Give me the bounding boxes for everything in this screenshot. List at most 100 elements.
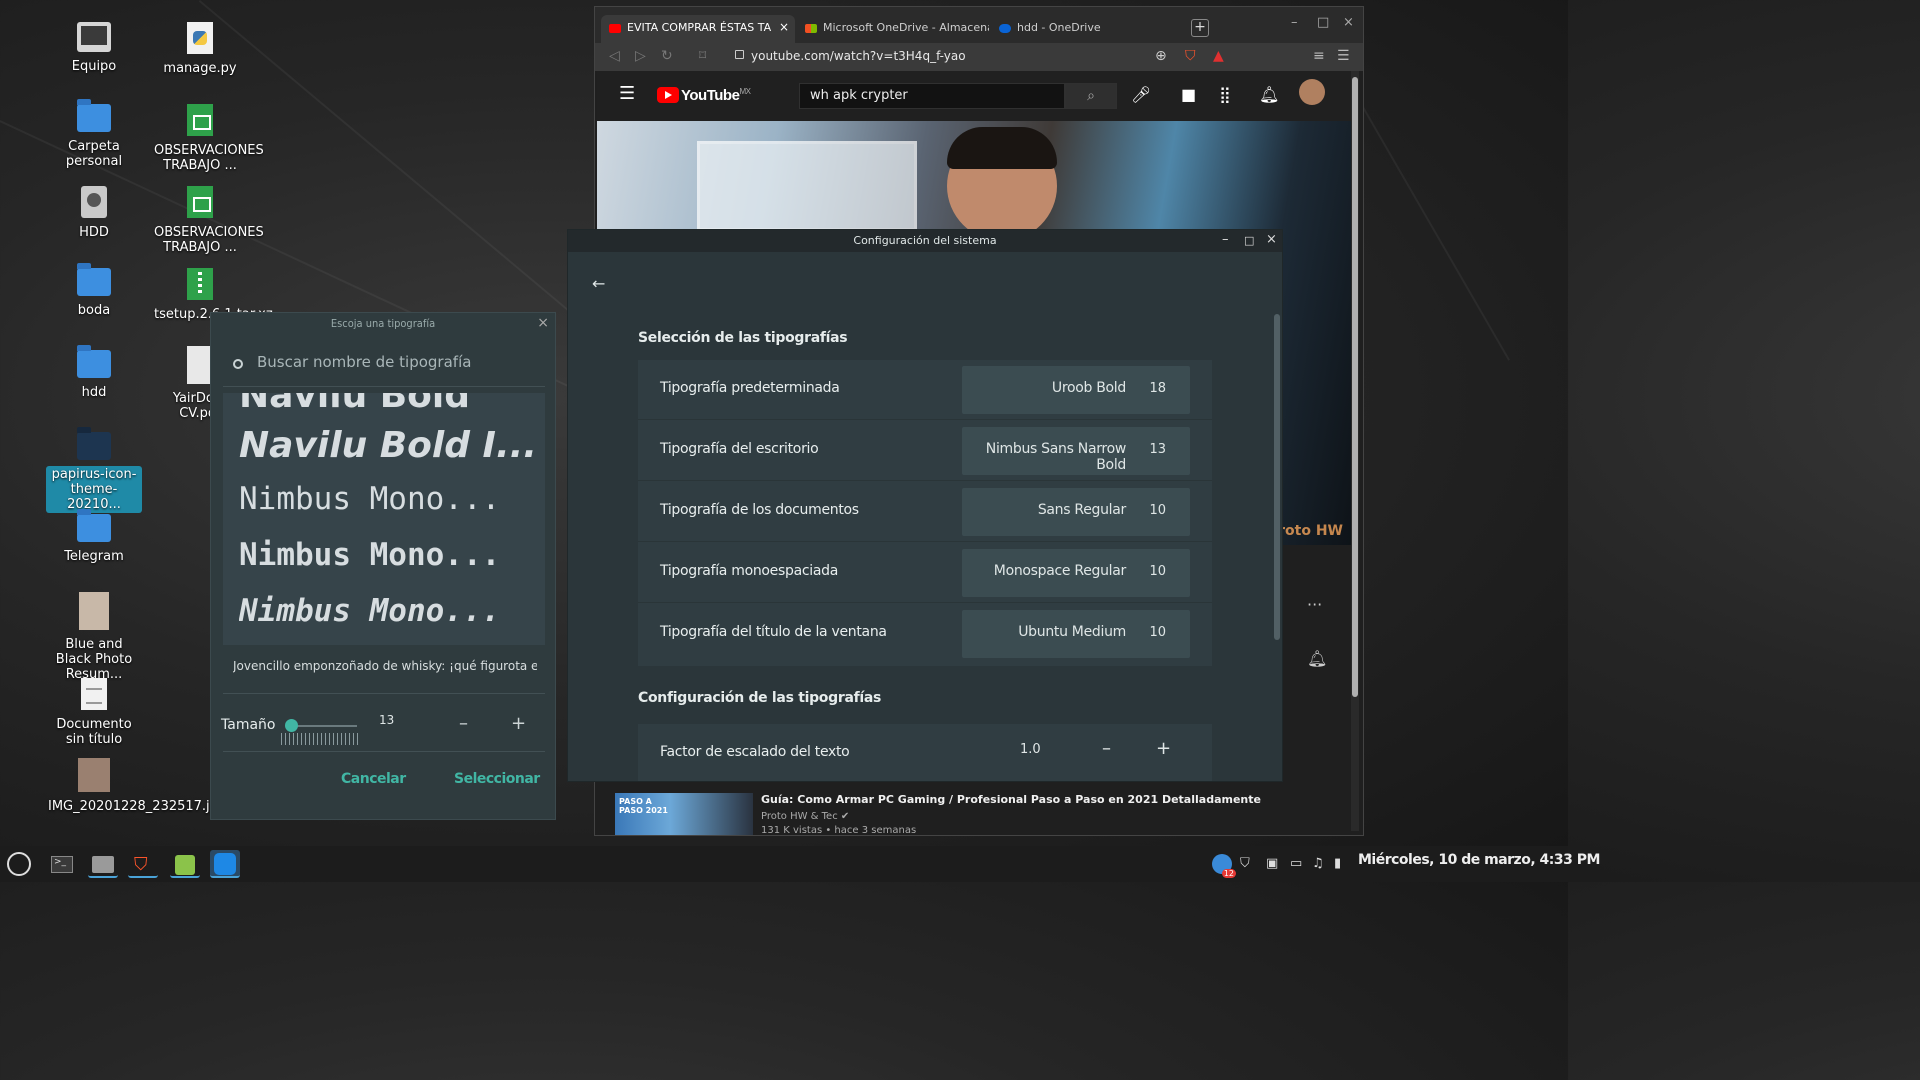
microphone-icon[interactable]: 🎤︎ <box>1131 85 1151 104</box>
tab-label: Microsoft OneDrive - Almacenami <box>823 21 989 34</box>
related-video-title[interactable]: Guía: Como Armar PC Gaming / Profesional… <box>761 793 1261 806</box>
new-tab-button[interactable]: + <box>1191 19 1209 37</box>
close-icon[interactable]: × <box>537 315 549 331</box>
hamburger-menu-icon[interactable]: ☰ <box>619 83 635 104</box>
brave-rewards-icon[interactable]: ▲ <box>1213 48 1224 64</box>
close-tab-icon[interactable]: × <box>779 20 789 34</box>
youtube-search-button[interactable]: ⌕ <box>1065 83 1117 109</box>
size-decrease-button[interactable]: – <box>459 713 468 734</box>
font-chooser-button[interactable]: Uroob Bold 18 <box>962 366 1190 414</box>
home-folder-icon <box>77 99 111 132</box>
youtube-logo-text: YouTube <box>681 87 740 104</box>
font-list-item[interactable]: Navilu Bold <box>239 393 539 416</box>
terminal-launcher[interactable]: >_ <box>46 850 76 878</box>
more-options-icon[interactable]: ··· <box>1307 595 1337 614</box>
related-video-channel[interactable]: Proto HW & Tec ✔ <box>761 811 849 822</box>
reading-list-icon[interactable]: ≡ <box>1313 48 1325 64</box>
forward-icon[interactable]: ▷ <box>635 48 646 64</box>
bookmark-icon[interactable]: ⌑ <box>699 48 706 64</box>
font-list[interactable]: Navilu Bold Navilu Bold I... Nimbus Mono… <box>223 393 545 645</box>
font-list-item[interactable]: Nimbus Mono... <box>239 537 539 573</box>
youtube-logo[interactable]: YouTubeMX <box>657 87 751 104</box>
avatar[interactable] <box>1299 79 1325 105</box>
desktop-icon-boda[interactable]: boda <box>46 263 142 319</box>
clipboard-icon[interactable]: ▣ <box>1266 856 1278 871</box>
cancel-button[interactable]: Cancelar <box>341 771 406 787</box>
archive-icon <box>187 268 213 300</box>
audio-icon[interactable]: ♫ <box>1312 856 1324 871</box>
folder-icon <box>77 345 111 378</box>
display-icon[interactable]: ▭ <box>1290 856 1302 871</box>
scale-increase-button[interactable]: + <box>1156 738 1171 759</box>
font-list-item[interactable]: Nimbus Mono... <box>239 593 539 629</box>
mint-menu-button[interactable] <box>4 850 34 878</box>
desktop-icon-observaciones-1[interactable]: OBSERVACIONES TRABAJO ... <box>152 104 264 174</box>
menu-icon[interactable]: ☰ <box>1337 48 1350 64</box>
folder-icon <box>77 427 111 460</box>
font-preview-text[interactable]: Jovencillo emponzoñado de whisky: ¡qué f… <box>233 659 537 673</box>
update-manager-icon[interactable]: 12 <box>1212 854 1236 878</box>
desktop-icon-telegram[interactable]: Telegram <box>46 509 142 565</box>
desktop-icon-documento[interactable]: Documento sin título <box>46 678 142 748</box>
desktop-icon-label: Equipo <box>71 59 117 74</box>
scrollbar-thumb[interactable] <box>1352 77 1358 697</box>
related-video-meta: 131 K vistas • hace 3 semanas <box>761 825 917 836</box>
related-video-thumbnail: PASO A PASO 2021 <box>615 793 753 835</box>
desktop-icon-papirus[interactable]: papirus-icon-theme-20210... <box>46 427 142 513</box>
brave-launcher[interactable]: ⛉ <box>128 850 158 878</box>
back-icon[interactable]: ◁ <box>609 48 620 64</box>
clock[interactable]: Miércoles, 10 de marzo, 4:33 PM <box>1358 852 1600 868</box>
font-list-item[interactable]: Nimbus Mono... <box>239 481 539 517</box>
tab-onedrive-storage[interactable]: Microsoft OneDrive - Almacenami <box>797 15 989 43</box>
desktop-icon-hdd-folder[interactable]: hdd <box>46 345 142 401</box>
desktop-icon-observaciones-2[interactable]: OBSERVACIONES TRABAJO ... <box>152 186 264 256</box>
font-chooser-button[interactable]: Ubuntu Medium 10 <box>962 610 1190 658</box>
desktop-icon-img[interactable]: IMG_20201228_232517.jpg <box>46 758 227 815</box>
size-increase-button[interactable]: + <box>511 713 526 734</box>
maximize-icon[interactable]: □ <box>1244 234 1254 247</box>
tab-hdd-onedrive[interactable]: hdd - OneDrive <box>991 15 1185 43</box>
file-manager-launcher[interactable] <box>88 850 118 878</box>
select-button[interactable]: Seleccionar <box>454 771 540 787</box>
apps-grid-icon[interactable]: ⣿ <box>1219 85 1231 104</box>
zoom-icon[interactable]: ⊕ <box>1155 48 1167 64</box>
back-arrow-icon[interactable]: ← <box>592 274 605 293</box>
scale-value[interactable]: 1.0 <box>1020 742 1041 757</box>
tab-youtube[interactable]: EVITA COMPRAR ÉSTAS TA × <box>601 15 795 43</box>
minimize-icon[interactable]: – <box>1222 232 1229 247</box>
font-search-input[interactable]: Buscar nombre de tipografía <box>223 345 545 387</box>
related-video-item[interactable]: PASO A PASO 2021 Guía: Como Armar PC Gam… <box>615 791 1335 835</box>
scale-decrease-button[interactable]: – <box>1102 738 1111 759</box>
close-icon[interactable]: × <box>1266 232 1277 247</box>
create-video-icon[interactable]: ■ <box>1181 85 1196 104</box>
desktop-icon-equipo[interactable]: Equipo <box>46 22 142 75</box>
font-chooser-button[interactable]: Nimbus Sans Narrow Bold 13 <box>962 427 1190 475</box>
settings-launcher[interactable] <box>210 850 240 878</box>
youtube-search-input[interactable]: wh apk crypter <box>799 83 1065 109</box>
slider-handle[interactable] <box>285 719 299 732</box>
notifications-bell-icon[interactable]: 🔔︎ <box>1259 85 1279 104</box>
font-chooser-button[interactable]: Sans Regular 10 <box>962 488 1190 536</box>
close-icon[interactable]: × <box>1343 15 1354 30</box>
shield-icon[interactable]: ⛉ <box>1240 856 1250 871</box>
url-field[interactable]: youtube.com/watch?v=t3H4q_f-yao <box>751 49 966 63</box>
desktop-icon-hdd-drive[interactable]: HDD <box>46 186 142 241</box>
settings-scrollbar[interactable] <box>1274 314 1280 640</box>
desktop-icon-label: IMG_20201228_232517.jpg <box>48 799 227 814</box>
browser-scrollbar[interactable] <box>1351 71 1359 831</box>
size-value[interactable]: 13 <box>379 713 394 727</box>
maximize-icon[interactable]: □ <box>1317 15 1329 30</box>
desktop-icon-resume[interactable]: Blue and Black Photo Resum... <box>46 592 142 683</box>
desktop-icon-manage-py[interactable]: manage.py <box>152 22 248 77</box>
battery-icon[interactable]: ▮ <box>1334 856 1341 871</box>
brave-shield-icon[interactable]: ⛉ <box>1185 48 1196 64</box>
minimize-icon[interactable]: – <box>1291 15 1298 30</box>
mint-settings-launcher[interactable] <box>170 850 200 878</box>
size-slider[interactable] <box>285 719 357 732</box>
desktop-icon-carpeta-personal[interactable]: Carpeta personal <box>46 99 142 170</box>
reload-icon[interactable]: ↻ <box>661 48 673 64</box>
font-chooser-button[interactable]: Monospace Regular 10 <box>962 549 1190 597</box>
search-icon <box>233 359 243 369</box>
subscribe-bell-icon[interactable]: 🔔︎ <box>1307 649 1337 668</box>
font-list-item[interactable]: Navilu Bold I... <box>239 425 539 466</box>
